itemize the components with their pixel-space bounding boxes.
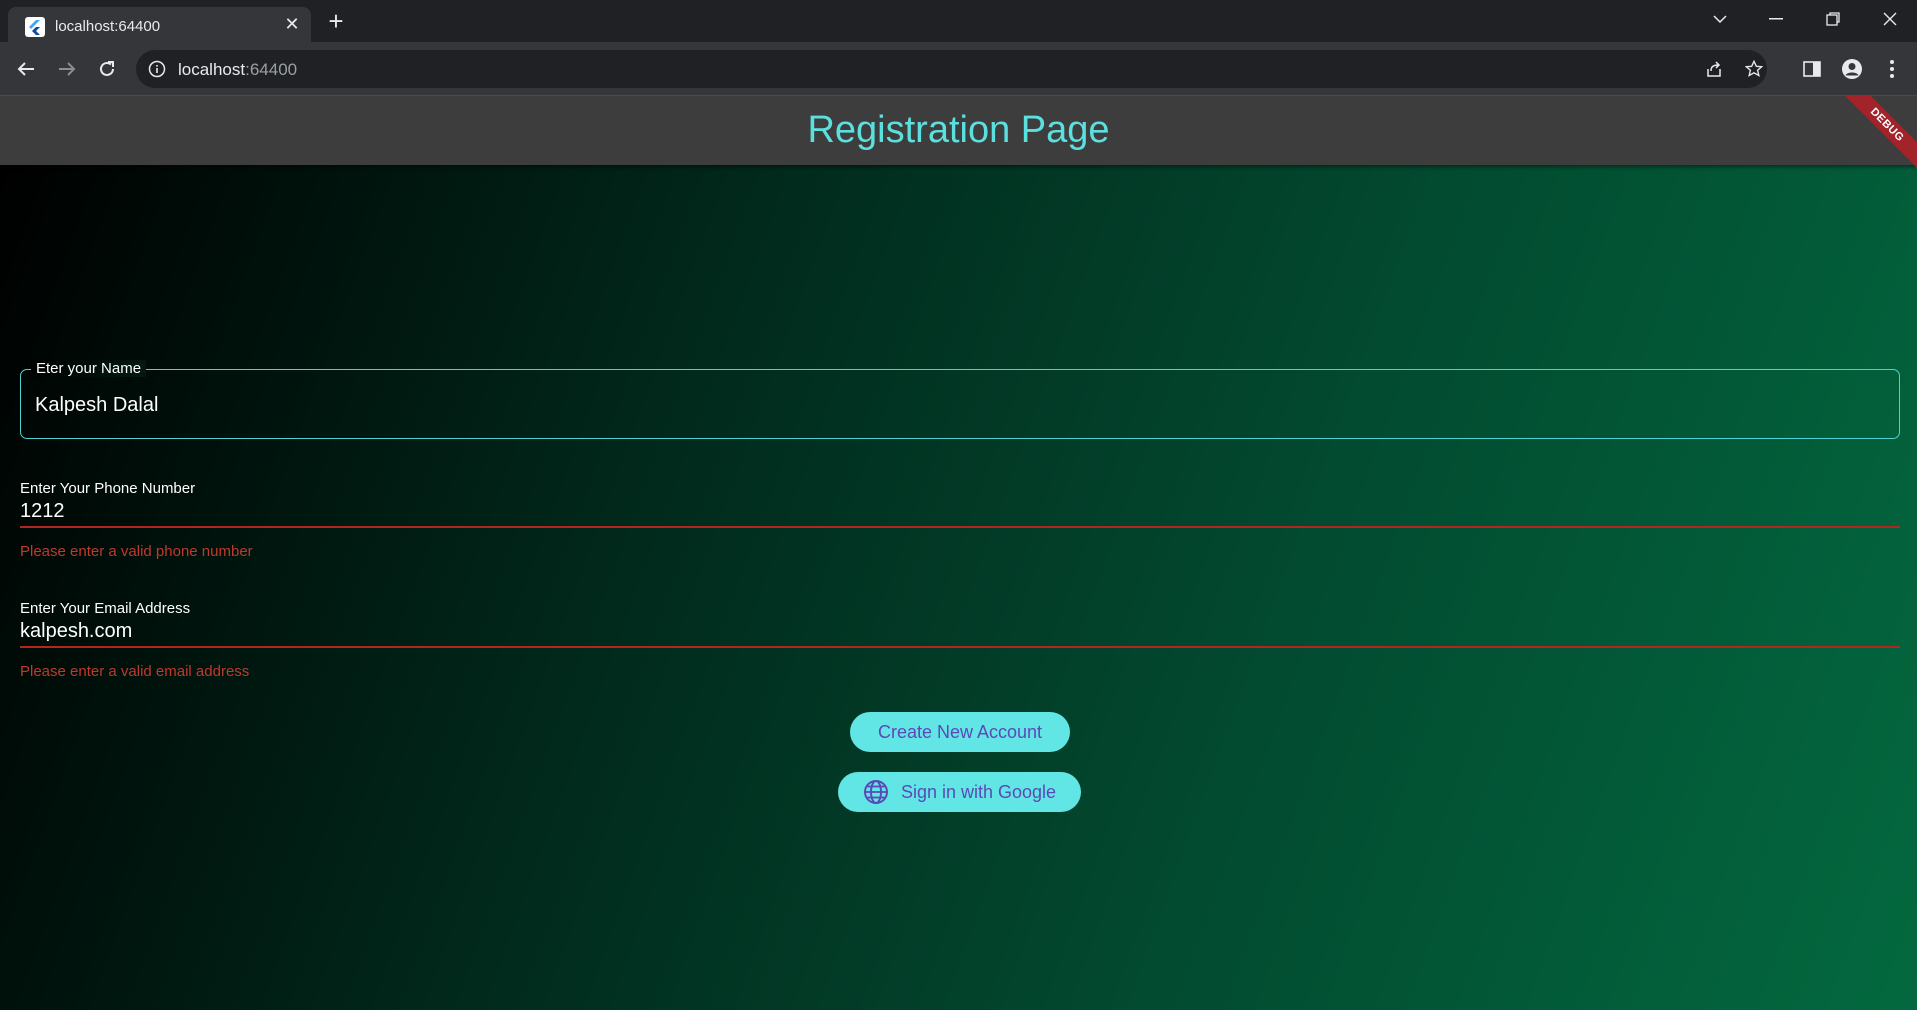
app-viewport: Registration Page DEBUG Eter your Name K… <box>0 96 1917 1010</box>
name-field-value[interactable]: Kalpesh Dalal <box>35 394 158 417</box>
phone-field-label: Enter Your Phone Number <box>20 480 196 497</box>
url-text: localhost:64400 <box>178 60 297 80</box>
page-title: Registration Page <box>807 109 1110 151</box>
flutter-icon <box>25 17 45 37</box>
browser-toolbar: localhost:64400 <box>0 42 1917 96</box>
browser-tab[interactable]: localhost:64400 ✕ <box>8 7 311 42</box>
url-port: :64400 <box>245 60 298 79</box>
window-close-icon[interactable] <box>1862 0 1917 38</box>
chevron-down-icon[interactable] <box>1692 0 1748 38</box>
star-icon[interactable] <box>1738 53 1770 85</box>
email-field-value[interactable]: kalpesh.com <box>20 620 132 643</box>
name-field-label: Eter your Name <box>31 360 147 377</box>
profile-icon[interactable] <box>1836 53 1868 85</box>
email-field-error: Please enter a valid email address <box>20 663 250 680</box>
app-bar: Registration Page <box>0 96 1917 165</box>
close-icon[interactable]: ✕ <box>280 12 304 36</box>
forward-arrow-icon[interactable] <box>51 53 83 85</box>
restore-icon[interactable] <box>1805 0 1861 38</box>
plus-icon[interactable]: + <box>322 8 350 36</box>
minimize-icon[interactable] <box>1748 0 1804 38</box>
email-field-underline <box>20 646 1900 648</box>
globe-icon <box>863 780 888 804</box>
tab-title: localhost:64400 <box>55 18 161 35</box>
back-arrow-icon[interactable] <box>10 53 42 85</box>
phone-field-value[interactable]: 1212 <box>20 500 65 523</box>
address-bar[interactable]: localhost:64400 <box>136 50 1767 88</box>
phone-field-underline <box>20 526 1900 528</box>
browser-tab-strip: localhost:64400 ✕ + <box>0 0 1917 42</box>
create-account-button[interactable]: Create New Account <box>850 712 1070 752</box>
reload-icon[interactable] <box>91 53 123 85</box>
name-field[interactable]: Eter your Name Kalpesh Dalal <box>20 360 1900 439</box>
create-account-label: Create New Account <box>877 721 1043 742</box>
google-sign-in-label: Sign in with Google <box>900 781 1057 802</box>
email-field-label: Enter Your Email Address <box>20 600 191 617</box>
google-sign-in-button[interactable]: Sign in with Google <box>838 772 1081 812</box>
phone-field-error: Please enter a valid phone number <box>20 543 253 560</box>
sidebar-icon[interactable] <box>1796 53 1828 85</box>
registration-form: Eter your Name Kalpesh Dalal Enter Your … <box>0 165 1917 1010</box>
url-host: localhost <box>178 60 246 79</box>
kebab-menu-icon[interactable] <box>1876 53 1908 85</box>
info-icon[interactable] <box>148 60 166 78</box>
share-icon[interactable] <box>1698 53 1730 85</box>
